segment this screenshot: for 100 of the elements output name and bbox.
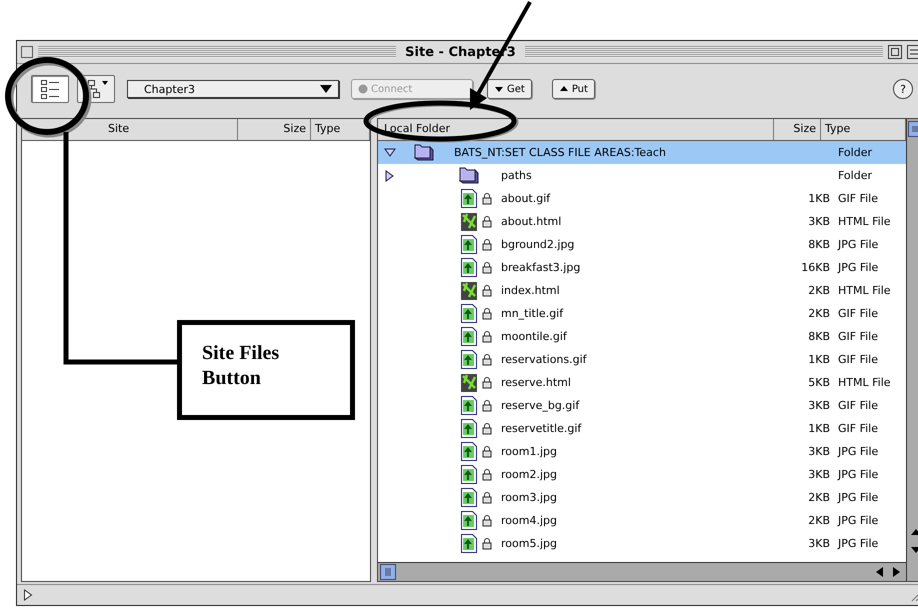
file-row[interactable]: about.html 3KB HTML File [378,210,906,233]
file-row[interactable]: reservetitle.gif 1KB GIF File [378,417,906,440]
file-name: room2.jpg [501,468,557,481]
site-files-button[interactable] [31,75,69,103]
file-type: HTML File [838,284,891,297]
file-row[interactable]: room1.jpg 3KB JPG File [378,440,906,463]
folder-icon [414,144,434,161]
lock-icon [482,491,492,504]
lock-icon [482,376,492,389]
file-row[interactable]: mn_title.gif 2KB GIF File [378,302,906,325]
lock-icon [482,238,492,251]
file-row[interactable]: moontile.gif 8KB GIF File [378,325,906,348]
file-type: GIF File [838,330,878,343]
file-name: room4.jpg [501,514,557,527]
list-icon [39,78,61,100]
lock-icon [482,284,492,297]
lock-icon [482,422,492,435]
file-name: reserve.html [501,376,571,389]
image-file-icon [461,419,477,438]
column-header[interactable]: Site [22,119,238,140]
file-size: 8KB [808,238,830,251]
column-header[interactable]: Size [238,119,311,140]
disclosure-triangle-icon [23,589,33,601]
file-size: 1KB [808,422,830,435]
file-type: GIF File [838,353,878,366]
file-type: JPG File [838,261,878,274]
image-file-icon [461,442,477,461]
file-type: GIF File [838,192,878,205]
file-row[interactable]: breakfast3.jpg 16KB JPG File [378,256,906,279]
close-box-icon [21,46,33,58]
file-row[interactable]: reserve_bg.gif 3KB GIF File [378,394,906,417]
file-type: GIF File [838,307,878,320]
html-file-icon [461,282,477,300]
file-type: Folder [838,169,872,182]
zoom-box-icon [888,45,902,59]
file-row[interactable]: room2.jpg 3KB JPG File [378,463,906,486]
column-header[interactable]: Type [311,119,370,140]
dot-icon [358,84,368,94]
file-size: 2KB [808,491,830,504]
lock-icon [482,307,492,320]
scroll-up-icon [910,529,918,535]
file-type: JPG File [838,491,878,504]
file-name: room3.jpg [501,491,557,504]
image-file-icon [461,350,477,369]
file-row[interactable]: reserve.html 5KB HTML File [378,371,906,394]
html-file-icon [461,212,477,230]
file-name: paths [501,169,532,182]
file-row[interactable]: room5.jpg 3KB JPG File [378,532,906,555]
expanded-triangle-icon[interactable] [384,146,396,158]
horizontal-scrollbar[interactable] [378,562,906,581]
put-button[interactable]: Put [552,79,595,99]
file-name: room5.jpg [501,537,557,550]
lock-icon [482,261,492,274]
file-type: GIF File [838,422,878,435]
column-header[interactable]: Size [774,119,821,140]
callout-label: Site Files Button [177,320,355,420]
file-row[interactable]: bground2.jpg 8KB JPG File [378,233,906,256]
lock-icon [482,468,492,481]
lock-icon [482,192,492,205]
file-size: 3KB [808,468,830,481]
file-size: 8KB [808,330,830,343]
file-row[interactable]: BATS_NT:SET CLASS FILE AREAS:Teach Folder [378,141,906,164]
file-size: 3KB [808,215,830,228]
scroll-thumb-icon [380,564,396,580]
file-name: reservations.gif [501,353,587,366]
lock-icon [482,215,492,228]
image-file-icon [461,258,477,277]
file-type: JPG File [838,445,878,458]
file-size: 1KB [808,353,830,366]
file-size: 16KB [801,261,830,274]
dropdown-caret-icon [320,85,332,93]
lock-icon [482,445,492,458]
file-row[interactable]: room4.jpg 2KB JPG File [378,509,906,532]
image-file-icon [461,304,477,323]
collapsed-triangle-icon[interactable] [384,170,396,182]
file-type: JPG File [838,238,878,251]
file-name: reserve_bg.gif [501,399,580,412]
file-name: reservetitle.gif [501,422,582,435]
file-type: JPG File [838,514,878,527]
file-size: 2KB [808,307,830,320]
file-size: 2KB [808,284,830,297]
file-row[interactable]: reservations.gif 1KB GIF File [378,348,906,371]
file-name: index.html [501,284,560,297]
lock-icon [482,399,492,412]
image-file-icon [461,189,477,208]
image-file-icon [461,396,477,415]
file-row[interactable]: paths Folder [378,164,906,187]
get-button[interactable]: Get [487,79,532,99]
file-row[interactable]: room3.jpg 2KB JPG File [378,486,906,509]
scroll-down-icon [910,547,918,553]
file-row[interactable]: index.html 2KB HTML File [378,279,906,302]
file-name: BATS_NT:SET CLASS FILE AREAS:Teach [454,146,666,159]
image-file-icon [461,465,477,484]
site-dropdown[interactable]: Chapter3 [127,80,339,98]
lock-icon [482,330,492,343]
file-type: Folder [838,146,872,159]
file-type: HTML File [838,376,891,389]
file-row[interactable]: about.gif 1KB GIF File [378,187,906,210]
image-file-icon [461,488,477,507]
help-button[interactable]: ? [893,79,913,99]
